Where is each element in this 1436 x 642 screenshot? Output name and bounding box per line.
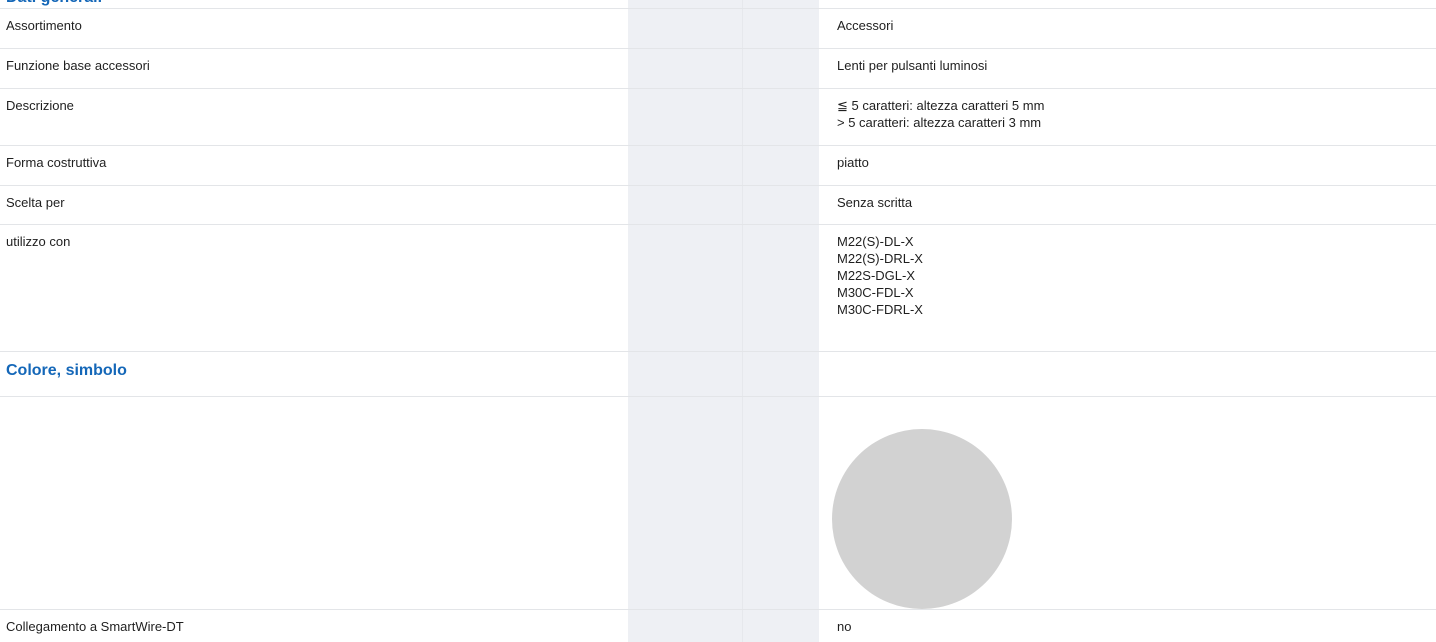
value-line: Lenti per pulsanti luminosi xyxy=(837,58,988,73)
value-line: Accessori xyxy=(837,18,894,33)
value-line: > 5 caratteri: altezza caratteri 3 mm xyxy=(837,115,1042,130)
row-value: ≦ 5 caratteri: altezza caratteri 5 mm > … xyxy=(837,97,1044,131)
row-label: Descrizione xyxy=(6,98,74,113)
value-line: ≦ 5 caratteri: altezza caratteri 5 mm xyxy=(837,98,1045,113)
row-value: no xyxy=(837,619,852,634)
row-value: Senza scritta xyxy=(837,194,912,211)
table-row: Forma costruttiva piatto xyxy=(0,145,1436,185)
value-line: piatto xyxy=(837,155,869,170)
row-label: Scelta per xyxy=(6,195,65,210)
table-row: Assortimento Accessori xyxy=(0,8,1436,48)
table-row: Scelta per Senza scritta xyxy=(0,185,1436,224)
section-title-color: Colore, simbolo xyxy=(6,362,127,379)
value-line: M22(S)-DL-X xyxy=(837,234,914,249)
table-row: Funzione base accessori Lenti per pulsan… xyxy=(0,48,1436,88)
section-title-general: Dati generali xyxy=(6,0,102,8)
row-value: Lenti per pulsanti luminosi xyxy=(837,57,987,74)
row-label: Collegamento a SmartWire-DT xyxy=(6,619,184,634)
row-value: Accessori xyxy=(837,17,893,34)
value-line: M22S-DGL-X xyxy=(837,268,916,283)
table-row: Descrizione ≦ 5 caratteri: altezza carat… xyxy=(0,88,1436,145)
row-label: utilizzo con xyxy=(6,234,71,249)
row-label: Funzione base accessori xyxy=(6,58,150,73)
color-swatch xyxy=(832,429,1012,609)
row-label: Forma costruttiva xyxy=(6,155,107,170)
table-row: utilizzo con M22(S)-DL-X M22(S)-DRL-X M2… xyxy=(0,224,1436,351)
color-swatch-row xyxy=(0,396,1436,609)
row-label: Assortimento xyxy=(6,18,82,33)
table-row: Collegamento a SmartWire-DT no xyxy=(0,609,1436,642)
value-line: M22(S)-DRL-X xyxy=(837,251,923,266)
row-value: piatto xyxy=(837,154,869,171)
value-line: Senza scritta xyxy=(837,195,913,210)
row-value: M22(S)-DL-X M22(S)-DRL-X M22S-DGL-X M30C… xyxy=(837,233,923,318)
value-line: M30C-FDL-X xyxy=(837,285,914,300)
value-line: M30C-FDRL-X xyxy=(837,302,923,317)
section-header-row: Colore, simbolo xyxy=(0,351,1436,396)
